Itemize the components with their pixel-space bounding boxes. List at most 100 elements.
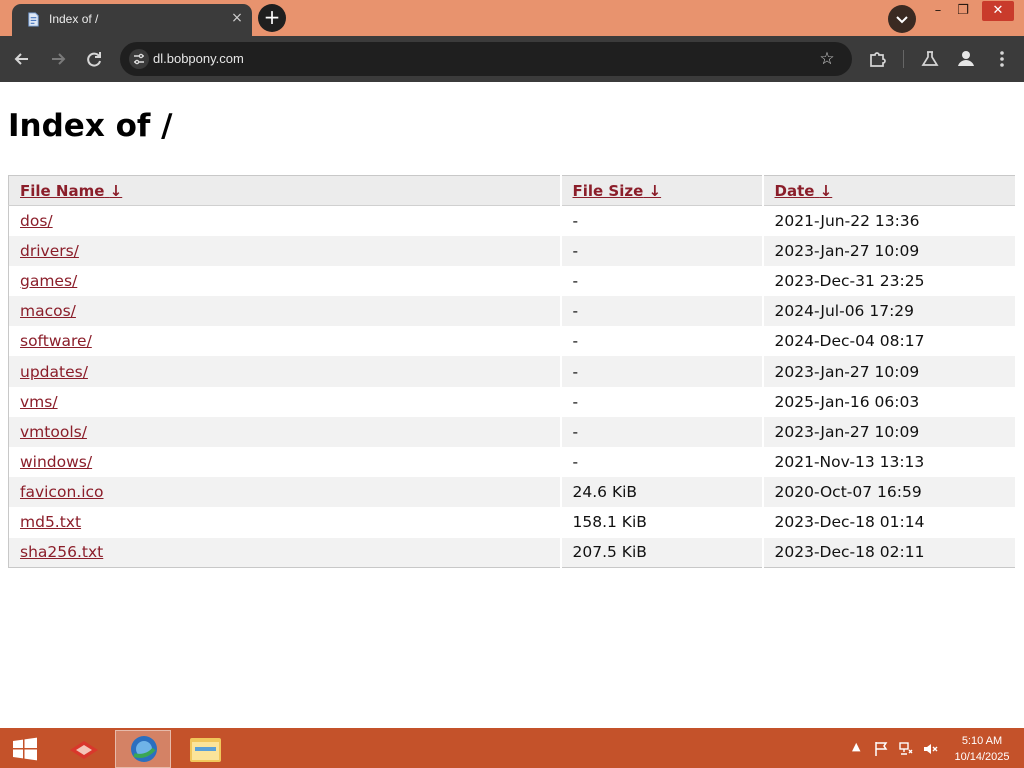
close-icon[interactable]: × [228,9,246,27]
file-link[interactable]: software/ [20,332,92,350]
file-link[interactable]: vmtools/ [20,423,87,441]
file-date-cell: 2021-Jun-22 13:36 [762,205,1017,236]
file-size-cell: - [560,447,764,478]
tab-search-button[interactable] [888,5,916,33]
url-text[interactable]: dl.bobpony.com [153,51,244,66]
taskbar-app-browser[interactable] [115,730,171,768]
restore-button[interactable]: ❐ [951,2,975,22]
file-name-cell: updates/ [8,356,562,387]
back-button[interactable] [9,46,35,72]
taskbar: ▲ 5:10 AM 10/14/2025 [0,728,1024,768]
arrow-left-icon [14,53,28,65]
file-date-cell: 2023-Jan-27 10:09 [762,235,1017,266]
file-name-cell: favicon.ico [8,477,562,508]
toolbar-divider [903,50,904,68]
bookmark-star-icon[interactable]: ☆ [816,48,838,70]
reload-button[interactable] [81,46,107,72]
sort-by-date-link[interactable]: Date ↓ [775,182,833,200]
file-link[interactable]: vms/ [20,393,58,411]
table-row: vms/ -2025-Jan-16 06:03 [8,386,1017,417]
profile-icon [958,51,974,66]
network-icon[interactable] [898,741,914,757]
column-header-file-size[interactable]: File Size ↓ [560,175,764,206]
sort-arrow-icon: ↓ [819,181,833,200]
address-bar[interactable]: dl.bobpony.com ☆ [120,42,852,76]
site-info-icon[interactable] [128,48,150,70]
file-date-cell: 2024-Dec-04 08:17 [762,326,1017,357]
app-icon [70,741,98,759]
clock-time: 5:10 AM [961,735,1003,747]
file-name-cell: sha256.txt [8,537,562,568]
new-tab-button[interactable]: + [258,4,286,32]
sort-arrow-icon: ↓ [648,181,662,200]
file-size-cell: - [560,386,764,417]
table-row: favicon.ico 24.6 KiB 2020-Oct-07 16:59 [8,477,1017,508]
table-row: windows/ -2021-Nov-13 13:13 [8,447,1017,478]
folder-icon [190,738,221,762]
kebab-menu-icon [1000,51,1004,67]
browser-tab-strip: Index of / × + – ❐ ✕ [0,0,1024,36]
table-row: vmtools/ -2023-Jan-27 10:09 [8,416,1017,447]
labs-button[interactable] [917,46,943,72]
file-size-cell: - [560,326,764,357]
file-link[interactable]: updates/ [20,363,88,381]
table-row: macos/ -2024-Jul-06 17:29 [8,296,1017,327]
table-header-row: File Name ↓ File Size ↓ Date ↓ [8,175,1017,206]
page-title: Index of / [8,108,173,144]
file-size-cell: - [560,205,764,236]
file-name-cell: windows/ [8,447,562,478]
file-link[interactable]: favicon.ico [20,483,104,501]
puzzle-icon [870,52,886,67]
file-name-cell: vmtools/ [8,416,562,447]
forward-button[interactable] [45,46,71,72]
file-date-cell: 2020-Oct-07 16:59 [762,477,1017,508]
file-name-cell: macos/ [8,296,562,327]
flag-icon[interactable] [874,741,890,757]
file-link[interactable]: drivers/ [20,242,79,260]
file-size-cell: - [560,235,764,266]
file-listing-table: File Name ↓ File Size ↓ Date ↓ dos/-2021… [8,175,1017,569]
file-link[interactable]: games/ [20,272,77,290]
sort-by-size-link[interactable]: File Size ↓ [573,182,662,200]
file-size-cell: 24.6 KiB [560,477,764,508]
sort-arrow-icon: ↓ [109,181,123,200]
browser-toolbar: dl.bobpony.com ☆ [0,36,1024,82]
file-size-cell: - [560,265,764,297]
windows-start-icon[interactable] [12,737,38,761]
file-size-cell: - [560,296,764,327]
file-link[interactable]: dos/ [20,212,53,230]
file-size-cell: 207.5 KiB [560,537,764,568]
file-size-cell: - [560,356,764,387]
minimize-button[interactable]: – [926,2,950,22]
file-link[interactable]: sha256.txt [20,543,103,561]
file-date-cell: 2023-Dec-18 02:11 [762,537,1017,568]
column-header-date[interactable]: Date ↓ [762,175,1017,206]
taskbar-app-explorer[interactable] [177,730,233,768]
menu-button[interactable] [989,46,1015,72]
profile-button[interactable] [953,46,979,72]
tray-chevron-icon[interactable]: ▲ [852,740,860,753]
flask-icon [921,51,939,66]
file-date-cell: 2023-Jan-27 10:09 [762,416,1017,447]
extensions-button[interactable] [864,46,890,72]
file-name-cell: software/ [8,326,562,357]
file-name-cell: dos/ [8,205,562,236]
file-link[interactable]: macos/ [20,302,76,320]
file-name-cell: games/ [8,265,562,297]
file-size-cell: 158.1 KiB [560,507,764,538]
table-row: updates/ -2023-Jan-27 10:09 [8,356,1017,387]
taskbar-app-red[interactable] [56,730,112,768]
file-date-cell: 2024-Jul-06 17:29 [762,296,1017,327]
file-link[interactable]: md5.txt [20,513,81,531]
tab-index[interactable]: Index of / × [12,4,252,36]
file-date-cell: 2023-Dec-18 01:14 [762,507,1017,538]
reload-icon [87,52,101,67]
sort-by-name-link[interactable]: File Name ↓ [20,182,122,200]
window-close-button[interactable]: ✕ [982,1,1014,21]
tab-title: Index of / [49,12,99,26]
file-date-cell: 2021-Nov-13 13:13 [762,447,1017,478]
system-clock[interactable]: 5:10 AM 10/14/2025 [944,733,1020,765]
volume-muted-icon[interactable] [922,741,938,757]
column-header-file-name[interactable]: File Name ↓ [8,175,562,206]
file-link[interactable]: windows/ [20,453,92,471]
